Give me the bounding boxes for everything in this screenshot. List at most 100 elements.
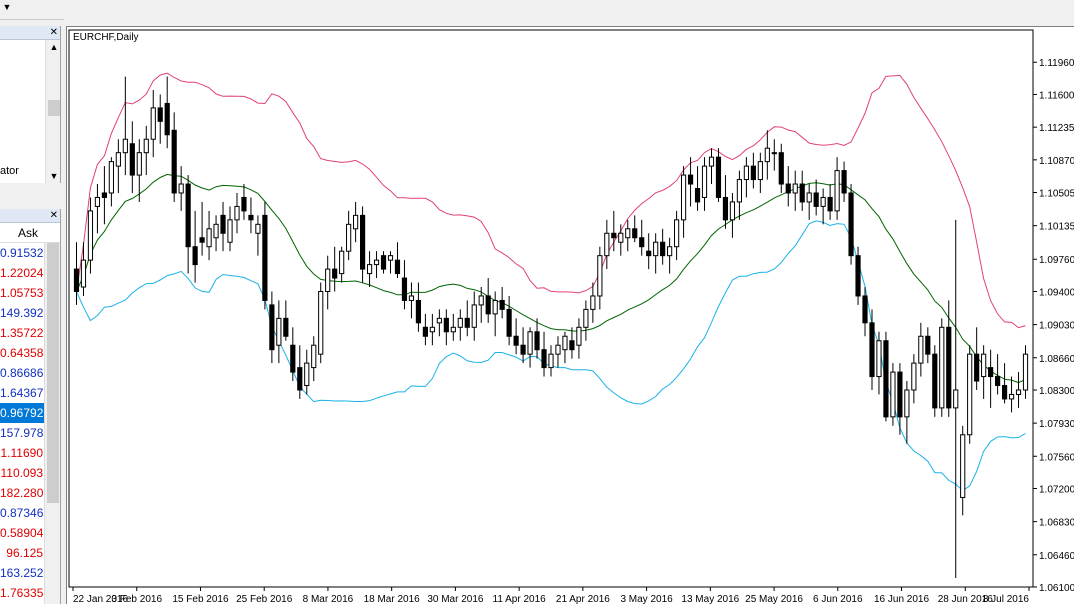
candle-body [332,268,338,279]
y-tick-label: 1.10135 [1039,222,1074,233]
x-tick-label: 18 Mar 2016 [364,594,421,604]
candle-body [122,138,128,154]
y-tick-label: 1.09760 [1039,255,1074,266]
y-tick-label: 1.06100 [1039,583,1074,594]
close-icon[interactable]: ✕ [50,26,58,40]
candle-body [555,344,561,355]
candle-body [422,326,428,337]
candle-body [234,205,240,221]
market-watch-row[interactable]: 0.96792 [0,403,45,423]
market-watch-row[interactable]: 110.093 [0,463,45,483]
candle-body [478,295,484,306]
candle-body [527,331,533,355]
candle-body [736,179,743,203]
candle-body [646,250,652,257]
candle-body [911,362,917,391]
candle-body [813,192,819,207]
candle-body [164,102,170,136]
candle-body [967,353,973,436]
candle-body [674,219,680,248]
candle-body [660,241,666,257]
candle-body [597,255,603,297]
navigator-item-label[interactable]: ator [0,165,19,177]
x-tick-label: 30 Mar 2016 [427,594,484,604]
scroll-thumb[interactable] [48,100,60,116]
candle-body [534,331,540,351]
column-header-ask[interactable]: Ask [0,223,60,243]
candle-body [492,299,498,315]
scroll-up-icon[interactable]: ▲ [46,40,60,54]
scroll-thumb[interactable] [47,243,59,503]
candle-body [290,344,296,373]
scroll-down-icon[interactable]: ▼ [46,169,60,183]
candle-body [653,241,659,257]
candle-body [429,326,435,333]
market-watch-row[interactable]: 1.35722 [0,323,45,343]
candle-body [499,299,505,310]
price-chart[interactable]: EURCHF,Daily 1.11960 1.11600 1.11235 1.10870… [67,27,1074,604]
x-tick-label: 3 May 2016 [620,594,673,604]
candle-body [115,152,121,167]
candle-body [604,232,610,257]
y-tick-label: 1.07930 [1039,419,1074,430]
candle-body [778,152,784,185]
candle-body [380,255,387,270]
candle-body [569,340,575,351]
x-tick-label: 13 May 2016 [681,594,739,604]
candle-body [304,362,310,387]
market-watch-row[interactable]: 0.86686 [0,363,45,383]
candle-body [890,371,896,418]
market-watch-rows: 0.91532 1.22024 1.05753 149.392 1.35722 0.643… [0,243,45,603]
candle-body [981,353,987,378]
candle-body [408,295,415,301]
market-watch-row[interactable]: 0.58904 [0,523,45,543]
market-watch-row[interactable]: 157.978 [0,423,45,443]
y-tick-label: 1.07200 [1039,484,1074,495]
candle-body [918,335,924,364]
close-icon[interactable]: ✕ [50,209,58,223]
candle-body [743,165,749,181]
market-watch-row[interactable]: 1.76335 [0,583,45,603]
market-watch-row[interactable]: 1.22024 [0,263,45,283]
candle-body [680,174,687,221]
candle-body [325,268,331,292]
candle-body [485,295,491,315]
candle-body [799,183,805,203]
candle-body [715,156,722,198]
market-watch-row[interactable]: 0.91532 [0,243,45,263]
chart-title: EURCHF,Daily [73,32,139,43]
chevron-down-icon[interactable]: ▼ [0,0,14,14]
market-watch-scrollbar[interactable] [44,243,60,604]
x-tick-label: 6 Jun 2016 [813,594,863,604]
candle-body [848,192,854,257]
navigator-scrollbar[interactable]: ▲ ▼ [45,40,60,183]
candle-body [101,192,107,198]
candle-body [436,317,442,324]
candle-body [199,237,205,243]
market-watch-row[interactable]: 149.392 [0,303,45,323]
candle-body [80,259,87,288]
market-watch-row[interactable]: 163.252 [0,563,45,583]
candle-body [764,147,770,163]
market-watch-row[interactable]: 0.64358 [0,343,45,363]
candle-body [1008,393,1015,400]
navigator-tree[interactable]: ator ▲ ▼ [0,40,60,183]
chart-window[interactable]: EURCHF,Daily 1.11960 1.11600 1.11235 1.10870… [66,26,1074,604]
upper-band-line [76,72,1026,329]
candle-body [269,304,275,351]
column-header-label: Ask [17,226,38,240]
market-watch-row[interactable]: 182.280 [0,483,45,503]
market-watch-row[interactable]: 0.87346 [0,503,45,523]
candle-body [876,340,882,378]
market-watch-row[interactable]: 96.125 [0,543,45,563]
candle-body [562,335,568,351]
market-watch-row[interactable]: 1.11690 [0,443,45,463]
market-watch-row[interactable]: 1.64367 [0,383,45,403]
candle-body [241,196,247,212]
candle-body [785,183,791,194]
y-tick-label: 1.09400 [1039,287,1074,298]
candle-body [834,170,840,212]
candle-body [185,183,191,248]
market-watch-row[interactable]: 1.05753 [0,283,45,303]
x-tick-label: 8 Mar 2016 [303,594,354,604]
